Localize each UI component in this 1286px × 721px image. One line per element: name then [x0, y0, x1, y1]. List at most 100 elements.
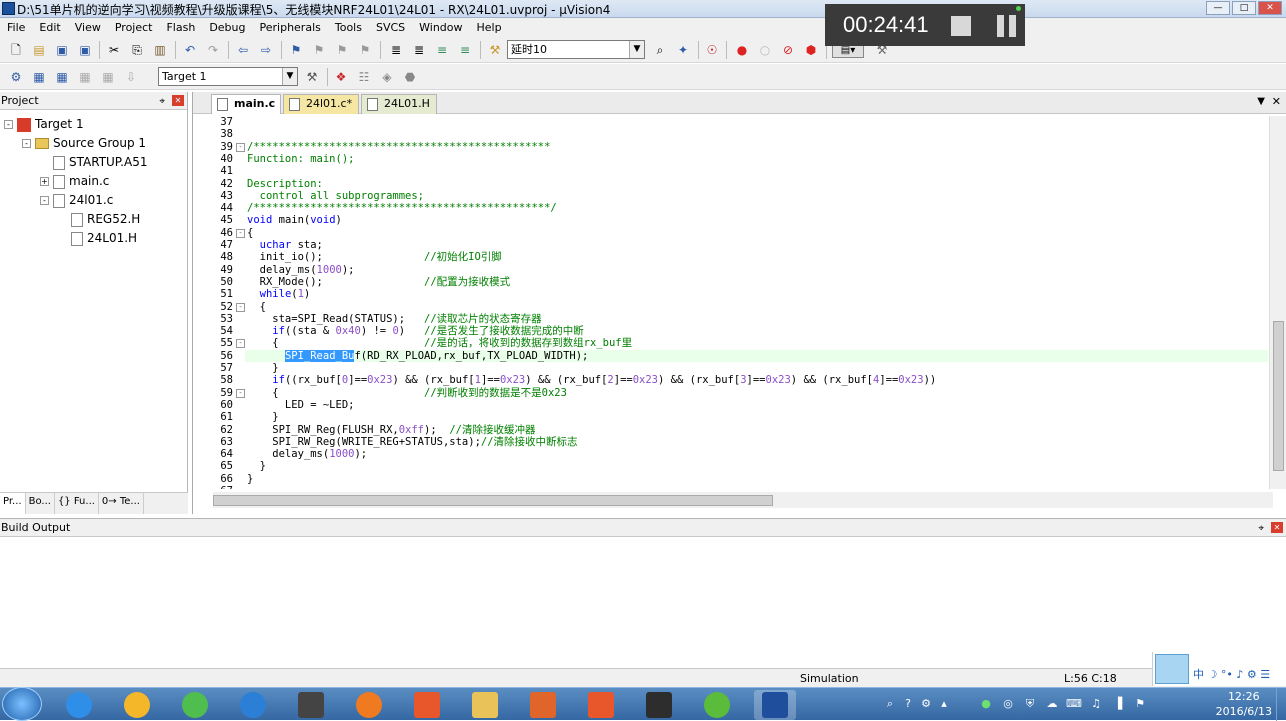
tree-node-source-group[interactable]: - Source Group 1	[22, 134, 146, 152]
code-line[interactable]: LED = ~LED;	[247, 399, 355, 411]
pin-icon[interactable]: ⌖	[159, 93, 165, 111]
kill-breakpoints-icon[interactable]: ⬢	[803, 42, 819, 58]
taskbar-ai-icon[interactable]	[290, 690, 332, 720]
tree-node-main-c[interactable]: + main.c	[40, 172, 109, 190]
scroll-thumb[interactable]	[213, 495, 773, 506]
stop-recording-button[interactable]	[951, 16, 971, 36]
menu-tools[interactable]: Tools	[328, 18, 369, 37]
tab-24l01-h[interactable]: 24L01.H	[361, 94, 437, 114]
tab-project[interactable]: Pr...	[0, 493, 26, 514]
insert-breakpoint-icon[interactable]: ●	[734, 42, 750, 58]
tray-cloud-icon[interactable]: ☁	[1044, 697, 1060, 713]
chevron-down-icon[interactable]: ▼	[282, 68, 297, 85]
stop-build-icon[interactable]: ▦	[100, 69, 116, 85]
nav-forward-icon[interactable]: ⇨	[258, 42, 274, 58]
code-line[interactable]: SPI_Read_Buf(RD_RX_PLOAD,rx_buf,TX_PLOAD…	[247, 349, 588, 362]
taskbar-ppt-icon[interactable]	[522, 690, 564, 720]
menu-view[interactable]: View	[68, 18, 108, 37]
taskbar-pdf2-icon[interactable]	[580, 690, 622, 720]
enable-breakpoint-icon[interactable]: ○	[757, 42, 773, 58]
taskbar-ie-icon[interactable]	[116, 690, 158, 720]
code-line[interactable]: /***************************************…	[247, 141, 550, 153]
bookmark-icon[interactable]: ⚑	[288, 42, 304, 58]
code-line[interactable]: }	[247, 473, 253, 485]
code-line[interactable]: while(1)	[247, 288, 311, 300]
tree-node-24l01-c[interactable]: -24l01.c	[40, 191, 113, 209]
code-line[interactable]: sta=SPI_Read(STATUS); //读取芯片的状态寄存器	[247, 313, 541, 325]
save-all-icon[interactable]: ▣	[77, 42, 93, 58]
code-line[interactable]: delay_ms(1000);	[247, 264, 355, 276]
find-icon[interactable]: ⌕	[652, 42, 668, 58]
rebuild-icon[interactable]: ▦	[54, 69, 70, 85]
tray-network-icon[interactable]: ▐	[1110, 697, 1126, 713]
fold-toggle-icon[interactable]: -	[236, 388, 245, 398]
close-tab-icon[interactable]: ✕	[1272, 95, 1281, 108]
new-file-icon[interactable]: 🗋	[8, 42, 24, 58]
tray-green-icon[interactable]: ●	[978, 697, 994, 713]
tab-list-icon[interactable]: ▼	[1257, 96, 1265, 107]
code-line[interactable]: init_io(); //初始化IO引脚	[247, 251, 502, 263]
menu-file[interactable]: File	[0, 18, 32, 37]
comment-icon[interactable]: ≡	[434, 42, 450, 58]
code-line[interactable]: delay_ms(1000);	[247, 448, 367, 460]
find-in-files-icon[interactable]: ⚒	[487, 42, 503, 58]
ime-status[interactable]: 中 ☽ °• ♪ ⚙ ☰	[1193, 666, 1270, 682]
nav-back-icon[interactable]: ⇦	[235, 42, 251, 58]
minimize-button[interactable]: —	[1206, 1, 1230, 15]
ime-logo-icon[interactable]	[1155, 654, 1189, 684]
tab-books[interactable]: Bo...	[26, 493, 55, 514]
menu-peripherals[interactable]: Peripherals	[253, 18, 328, 37]
code-line[interactable]: { //是的话，将收到的数据存到数组rx_buf里	[247, 337, 632, 349]
collapse-icon[interactable]: -	[22, 139, 31, 148]
pause-recording-button[interactable]	[997, 15, 1017, 37]
code-area[interactable]: 37 38 39-/********************************…	[193, 116, 1268, 489]
prev-bookmark-icon[interactable]: ⚑	[311, 42, 327, 58]
next-bookmark-icon[interactable]: ⚑	[334, 42, 350, 58]
horizontal-scrollbar[interactable]	[213, 492, 1273, 508]
fold-toggle-icon[interactable]: -	[236, 302, 245, 312]
close-icon[interactable]: ✕	[172, 95, 184, 106]
menu-flash[interactable]: Flash	[159, 18, 202, 37]
show-desktop-button[interactable]	[1276, 688, 1286, 721]
find-combo[interactable]: 延时10 ▼	[507, 40, 645, 59]
tray-app-icon[interactable]: ◎	[1000, 697, 1016, 713]
taskbar-cloud-icon[interactable]	[232, 690, 274, 720]
code-line[interactable]: void main(void)	[247, 214, 342, 226]
tab-24l01-c[interactable]: 24l01.c*	[283, 94, 359, 114]
help-icon[interactable]: ?	[900, 697, 916, 713]
open-folder-icon[interactable]: ▤	[31, 42, 47, 58]
tray-flag-icon[interactable]: ⚑	[1132, 697, 1148, 713]
menu-svcs[interactable]: SVCS	[369, 18, 412, 37]
pin-icon[interactable]: ⌖	[1258, 520, 1264, 538]
code-line[interactable]: { //判断收到的数据是不是0x23	[247, 387, 567, 399]
tree-node-target[interactable]: - Target 1	[4, 115, 84, 133]
start-button[interactable]	[2, 687, 42, 721]
disable-breakpoints-icon[interactable]: ⊘	[780, 42, 796, 58]
code-line[interactable]: if((rx_buf[0]==0x23) && (rx_buf[1]==0x23…	[247, 374, 936, 386]
code-line[interactable]: SPI_RW_Reg(FLUSH_RX,0xff); //清除接收缓冲器	[247, 424, 535, 436]
fold-toggle-icon[interactable]: -	[236, 339, 245, 349]
manage-components-icon[interactable]: ❖	[333, 69, 349, 85]
code-line[interactable]: }	[247, 411, 278, 423]
pack-installer-icon[interactable]: ◈	[379, 69, 395, 85]
collapse-icon[interactable]: -	[40, 196, 49, 205]
menu-window[interactable]: Window	[412, 18, 469, 37]
copy-icon[interactable]: ⎘	[129, 42, 145, 58]
tray-clock[interactable]: 12:26 2016/6/13	[1216, 689, 1272, 719]
taskbar-uvision-icon[interactable]	[754, 690, 796, 720]
taskbar-player-icon[interactable]	[348, 690, 390, 720]
code-line[interactable]: {	[247, 301, 266, 313]
tray-ime-icon[interactable]: ⌨	[1066, 697, 1082, 713]
tray-volume-icon[interactable]: ♫	[1088, 697, 1104, 713]
unindent-icon[interactable]: ≣	[411, 42, 427, 58]
menu-project[interactable]: Project	[108, 18, 160, 37]
taskbar-explorer-icon[interactable]	[464, 690, 506, 720]
tab-templates[interactable]: 0→ Te...	[99, 493, 144, 514]
code-line[interactable]: Description:	[247, 178, 323, 190]
taskbar-wechat-icon[interactable]	[696, 690, 738, 720]
target-combo[interactable]: Target 1 ▼	[158, 67, 298, 86]
tab-functions[interactable]: {} Fu...	[55, 493, 99, 514]
start-debug-icon[interactable]: ☉	[704, 42, 720, 58]
taskbar-refresh-app-icon[interactable]	[174, 690, 216, 720]
menu-help[interactable]: Help	[470, 18, 509, 37]
